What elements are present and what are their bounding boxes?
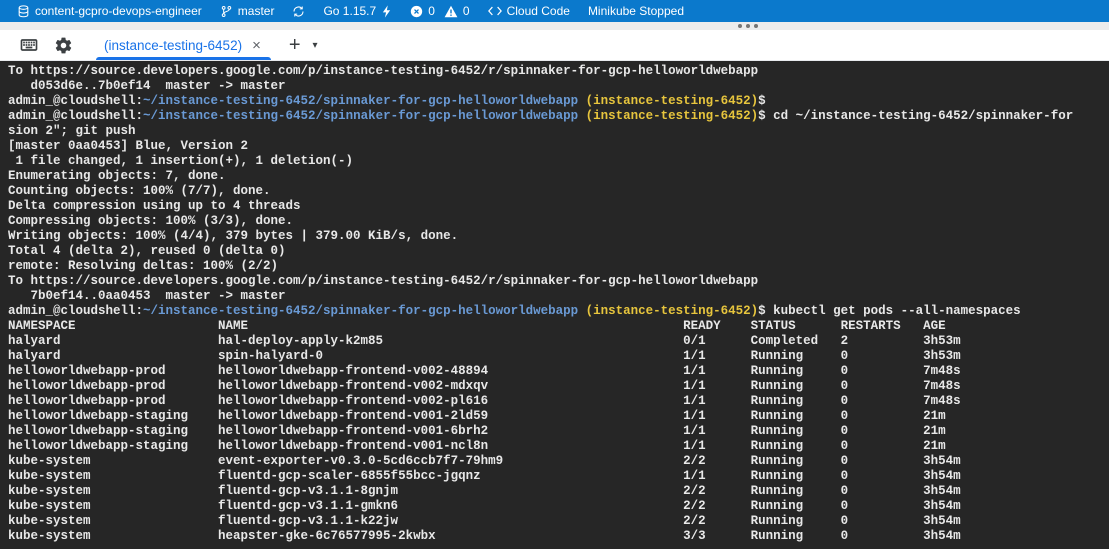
status-bar: content-gcpro-devops-engineer master Go … — [0, 0, 1109, 22]
terminal-panel[interactable]: To https://source.developers.google.com/… — [0, 61, 1109, 549]
terminal-tab[interactable]: (instance-testing-6452) × — [94, 30, 273, 60]
close-icon[interactable]: × — [252, 38, 261, 53]
sync-icon — [292, 5, 305, 18]
minikube-status-label: Minikube Stopped — [588, 4, 684, 18]
minikube-status-item[interactable]: Minikube Stopped — [579, 0, 693, 22]
git-branch-item[interactable]: master — [211, 0, 284, 22]
problems-item[interactable]: 0 0 — [401, 0, 478, 22]
gear-icon[interactable] — [50, 32, 76, 58]
panel-resize-handle-icon[interactable] — [738, 24, 758, 28]
git-branch-icon — [220, 5, 233, 18]
panel-resize-strip — [0, 22, 1109, 30]
keyboard-icon[interactable] — [16, 32, 42, 58]
lightning-icon — [381, 5, 392, 18]
chevron-down-icon[interactable]: ▾ — [311, 38, 320, 53]
warning-count: 0 — [463, 4, 470, 18]
git-branch-label: master — [238, 4, 275, 18]
warning-icon — [444, 5, 458, 18]
terminal-tab-label: (instance-testing-6452) — [104, 38, 242, 53]
error-count: 0 — [428, 4, 435, 18]
terminal-tab-bar: (instance-testing-6452) × + ▾ — [0, 30, 1109, 61]
go-version-label: Go 1.15.7 — [323, 4, 376, 18]
database-icon — [17, 5, 30, 18]
new-terminal-button[interactable]: + — [285, 35, 305, 55]
git-sync-item[interactable] — [283, 0, 314, 22]
remote-workspace-label: content-gcpro-devops-engineer — [35, 4, 202, 18]
cloud-code-item[interactable]: Cloud Code — [479, 0, 579, 22]
cloud-code-label: Cloud Code — [507, 4, 570, 18]
error-icon — [410, 5, 423, 18]
remote-workspace-item[interactable]: content-gcpro-devops-engineer — [8, 0, 211, 22]
code-icon — [488, 5, 502, 17]
terminal-output: To https://source.developers.google.com/… — [8, 64, 1109, 544]
go-version-item[interactable]: Go 1.15.7 — [314, 0, 401, 22]
